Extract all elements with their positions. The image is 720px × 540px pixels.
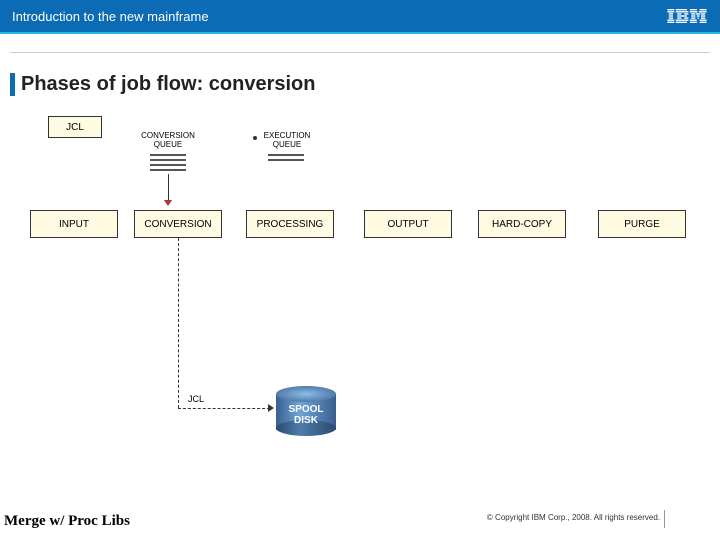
arrow-head-icon: [164, 200, 172, 206]
header-title: Introduction to the new mainframe: [12, 9, 209, 24]
jcl-path-label: JCL: [188, 394, 204, 404]
dashed-line-across: [178, 408, 270, 409]
conversion-queue-label: CONVERSIONQUEUE: [138, 132, 198, 150]
phase-hardcopy: HARD-COPY: [478, 210, 566, 238]
jcl-box: JCL: [48, 116, 102, 138]
header-bar: Introduction to the new mainframe: [0, 0, 720, 32]
footer-separator: [664, 510, 665, 528]
phase-purge: PURGE: [598, 210, 686, 238]
phase-input: INPUT: [30, 210, 118, 238]
title-accent: [10, 73, 15, 96]
conversion-queue-stack: [150, 154, 186, 171]
page-title: Phases of job flow: conversion: [21, 73, 316, 96]
flow-diagram: JCL CONVERSIONQUEUE EXECUTIONQUEUE INPUT…: [10, 96, 710, 496]
spool-disk-cylinder: SPOOLDISK: [276, 386, 336, 436]
arrow-head-right-icon: [268, 404, 274, 412]
execution-queue-label: EXECUTIONQUEUE: [258, 132, 316, 150]
phase-processing: PROCESSING: [246, 210, 334, 238]
dashed-line-down: [178, 238, 179, 408]
phase-conversion: CONVERSION: [134, 210, 222, 238]
page-title-row: Phases of job flow: conversion: [10, 73, 710, 96]
execution-queue-stack: [268, 154, 304, 161]
copyright-text: © Copyright IBM Corp., 2008. All rights …: [487, 513, 660, 522]
divider-line: [10, 52, 710, 53]
queue-marker-dot: [253, 136, 257, 140]
header-underline: [0, 32, 720, 34]
phase-output: OUTPUT: [364, 210, 452, 238]
arrow-queue-to-conversion: [168, 174, 169, 202]
ibm-logo: [666, 9, 708, 23]
spool-disk-label: SPOOLDISK: [276, 404, 336, 426]
footer-note: Merge w/ Proc Libs: [4, 513, 130, 530]
